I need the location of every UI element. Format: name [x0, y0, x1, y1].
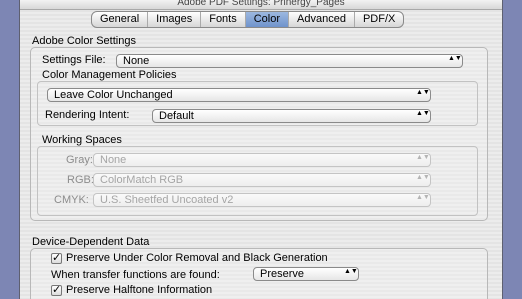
popup-arrows-icon: ▲▼ [344, 268, 358, 275]
color-settings-header: Adobe Color Settings [32, 35, 136, 47]
rgb-space-value: ColorMatch RGB [100, 174, 184, 186]
rendering-intent-popup[interactable]: Default ▲▼ [152, 109, 431, 123]
rgb-space-popup[interactable]: ColorMatch RGB ▲▼ [93, 173, 431, 187]
color-policy-popup[interactable]: Leave Color Unchanged ▲▼ [47, 88, 431, 102]
preserve-halftone-checkbox[interactable]: ✓ [51, 283, 62, 296]
settings-file-label: Settings File: [42, 54, 106, 66]
gray-space-value: None [100, 154, 127, 166]
tab-images[interactable]: Images [148, 12, 202, 27]
tab-advanced[interactable]: Advanced [289, 12, 355, 27]
tab-fonts[interactable]: Fonts [201, 12, 246, 27]
policies-group: Leave Color Unchanged ▲▼ Rendering Inten… [37, 81, 478, 126]
color-policy-value: Leave Color Unchanged [54, 89, 173, 101]
check-icon: ✓ [52, 251, 62, 264]
adobe-pdf-settings-window: Adobe PDF Settings: Prinergy_Pages Gener… [19, 0, 503, 299]
gray-label: Gray: [66, 154, 93, 166]
preserve-ucr-checkbox-row[interactable]: ✓ Preserve Under Color Removal and Black… [51, 252, 328, 264]
check-icon: ✓ [52, 283, 62, 296]
tab-color[interactable]: Color [245, 12, 290, 27]
popup-arrows-icon: ▲▼ [416, 154, 430, 161]
rendering-intent-label: Rendering Intent: [45, 109, 130, 121]
tab-general[interactable]: General [92, 12, 149, 27]
preserve-halftone-checkbox-row[interactable]: ✓ Preserve Halftone Information [51, 284, 212, 296]
device-data-header: Device-Dependent Data [32, 236, 150, 248]
cmyk-space-value: U.S. Sheetfed Uncoated v2 [100, 194, 234, 206]
cmyk-label: CMYK: [54, 194, 89, 206]
window-title-bar: Adobe PDF Settings: Prinergy_Pages [20, 0, 502, 10]
device-data-group: ✓ Preserve Under Color Removal and Black… [30, 248, 488, 299]
popup-arrows-icon: ▲▼ [416, 194, 430, 201]
transfer-functions-label: When transfer functions are found: [51, 269, 220, 281]
transfer-functions-value: Preserve [260, 268, 305, 280]
gray-space-popup[interactable]: None ▲▼ [93, 153, 431, 167]
window-title: Adobe PDF Settings: Prinergy_Pages [177, 0, 345, 8]
popup-arrows-icon: ▲▼ [416, 89, 430, 96]
preserve-halftone-label: Preserve Halftone Information [66, 284, 213, 296]
settings-file-value: None [123, 55, 150, 67]
transfer-functions-popup[interactable]: Preserve ▲▼ [253, 267, 359, 281]
preserve-ucr-checkbox[interactable]: ✓ [51, 251, 62, 264]
popup-arrows-icon: ▲▼ [448, 55, 462, 62]
settings-file-popup[interactable]: None ▲▼ [116, 54, 463, 68]
working-spaces-header: Working Spaces [42, 134, 122, 146]
working-spaces-group: Gray: None ▲▼ RGB: ColorMatch RGB ▲▼ CMY… [37, 146, 478, 216]
tab-pdfx[interactable]: PDF/X [355, 12, 403, 27]
popup-arrows-icon: ▲▼ [416, 174, 430, 181]
cmyk-space-popup[interactable]: U.S. Sheetfed Uncoated v2 ▲▼ [93, 193, 431, 207]
rgb-label: RGB: [67, 174, 94, 186]
rendering-intent-value: Default [159, 110, 194, 122]
color-settings-group: Settings File: None ▲▼ Color Management … [30, 47, 488, 221]
popup-arrows-icon: ▲▼ [416, 110, 430, 117]
tab-bar: General Images Fonts Color Advanced PDF/… [91, 11, 405, 28]
color-management-policies-header: Color Management Policies [42, 69, 177, 81]
preserve-ucr-label: Preserve Under Color Removal and Black G… [66, 252, 328, 264]
